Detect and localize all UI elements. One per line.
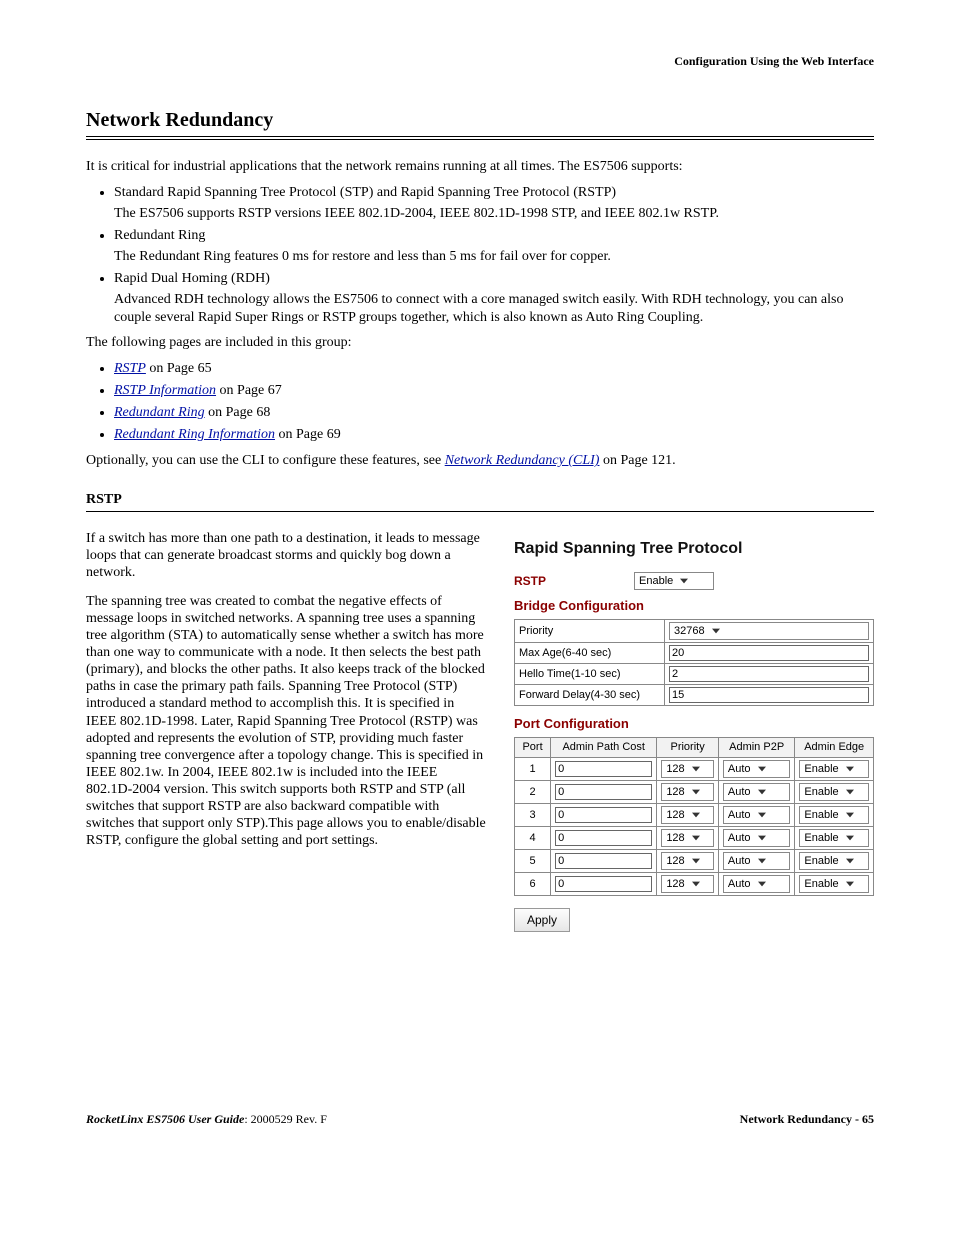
link-suffix: on Page 65 (146, 361, 212, 376)
bridge-config-table: Priority 32768 Max Age(6-40 sec) Hello T… (514, 619, 874, 706)
chevron-down-icon (689, 831, 703, 845)
feature-item-head: Rapid Dual Homing (RDH) (114, 270, 874, 288)
rstp-para-2: The spanning tree was created to combat … (86, 593, 486, 849)
port-config-heading: Port Configuration (514, 716, 874, 731)
admin-path-cost-input[interactable] (555, 761, 652, 777)
admin-edge-select[interactable]: Enable (799, 829, 869, 847)
admin-edge-select[interactable]: Enable (799, 760, 869, 778)
bridge-row-label: Hello Time(1-10 sec) (515, 663, 665, 684)
rstp-mode-label: RSTP (514, 574, 634, 588)
panel-title: Rapid Spanning Tree Protocol (514, 540, 874, 558)
chevron-down-icon (843, 808, 857, 822)
feature-item-head: Redundant Ring (114, 227, 874, 245)
chevron-down-icon (709, 624, 723, 638)
admin-edge-select[interactable]: Enable (799, 852, 869, 870)
admin-path-cost-input[interactable] (555, 784, 652, 800)
priority-select[interactable]: 128 (661, 760, 714, 778)
chevron-down-icon (755, 854, 769, 868)
forward-delay-input[interactable] (669, 687, 869, 703)
admin-p2p-select[interactable]: Auto (723, 829, 790, 847)
priority-select[interactable]: 128 (661, 875, 714, 893)
table-row: 1 128 Auto Enable (515, 757, 874, 780)
feature-item-body: The ES7506 supports RSTP versions IEEE 8… (114, 205, 874, 223)
max-age-input[interactable] (669, 645, 869, 661)
chevron-down-icon (755, 877, 769, 891)
col-admin-edge: Admin Edge (795, 737, 874, 757)
admin-path-cost-input[interactable] (555, 830, 652, 846)
link-rstp[interactable]: RSTP (114, 361, 146, 376)
priority-select[interactable]: 128 (661, 783, 714, 801)
admin-path-cost-input[interactable] (555, 853, 652, 869)
link-suffix: on Page 68 (205, 405, 271, 420)
chevron-down-icon (689, 854, 703, 868)
link-redundant-ring-info[interactable]: Redundant Ring Information (114, 427, 275, 442)
admin-path-cost-input[interactable] (555, 807, 652, 823)
page-links-list: RSTP on Page 65 RSTP Information on Page… (86, 360, 874, 445)
priority-select[interactable]: 128 (661, 852, 714, 870)
admin-path-cost-input[interactable] (555, 876, 652, 892)
chevron-down-icon (843, 877, 857, 891)
chevron-down-icon (843, 831, 857, 845)
bridge-row-label: Max Age(6-40 sec) (515, 642, 665, 663)
feature-item-body: The Redundant Ring features 0 ms for res… (114, 248, 874, 266)
col-port: Port (515, 737, 551, 757)
chevron-down-icon (689, 808, 703, 822)
table-row: 4 128 Auto Enable (515, 826, 874, 849)
table-row: 2 128 Auto Enable (515, 780, 874, 803)
admin-p2p-select[interactable]: Auto (723, 875, 790, 893)
chevron-down-icon (843, 785, 857, 799)
feature-list: Standard Rapid Spanning Tree Protocol (S… (86, 184, 874, 327)
table-row: 5 128 Auto Enable (515, 849, 874, 872)
chevron-down-icon (843, 762, 857, 776)
rstp-subheading: RSTP (86, 492, 874, 512)
admin-p2p-select[interactable]: Auto (723, 852, 790, 870)
chevron-down-icon (689, 877, 703, 891)
intro-p2: The following pages are included in this… (86, 334, 874, 352)
chevron-down-icon (755, 808, 769, 822)
col-admin-p2p: Admin P2P (718, 737, 794, 757)
link-redundant-ring[interactable]: Redundant Ring (114, 405, 205, 420)
chevron-down-icon (755, 762, 769, 776)
admin-edge-select[interactable]: Enable (799, 875, 869, 893)
col-priority: Priority (657, 737, 719, 757)
chevron-down-icon (843, 854, 857, 868)
intro-cli-line: Optionally, you can use the CLI to confi… (86, 452, 874, 470)
link-suffix: on Page 69 (275, 427, 341, 442)
chevron-down-icon (689, 785, 703, 799)
admin-p2p-select[interactable]: Auto (723, 783, 790, 801)
priority-select[interactable]: 128 (661, 829, 714, 847)
rstp-config-panel: Rapid Spanning Tree Protocol RSTP Enable… (514, 530, 874, 932)
footer-right: Network Redundancy - 65 (740, 1112, 874, 1127)
link-suffix: on Page 67 (216, 383, 282, 398)
bridge-config-heading: Bridge Configuration (514, 598, 874, 613)
table-row: 6 128 Auto Enable (515, 872, 874, 895)
admin-p2p-select[interactable]: Auto (723, 806, 790, 824)
col-admin-path-cost: Admin Path Cost (551, 737, 657, 757)
chevron-down-icon (755, 831, 769, 845)
admin-edge-select[interactable]: Enable (799, 806, 869, 824)
intro-lead: It is critical for industrial applicatio… (86, 158, 874, 176)
footer-left: RocketLinx ES7506 User Guide: 2000529 Re… (86, 1112, 327, 1127)
chevron-down-icon (677, 574, 691, 588)
rstp-mode-select[interactable]: Enable (634, 572, 714, 590)
bridge-row-label: Forward Delay(4-30 sec) (515, 684, 665, 705)
priority-select[interactable]: 128 (661, 806, 714, 824)
bridge-row-label: Priority (515, 619, 665, 642)
link-rstp-info[interactable]: RSTP Information (114, 383, 216, 398)
apply-button[interactable]: Apply (514, 908, 570, 932)
chevron-down-icon (755, 785, 769, 799)
feature-item-body: Advanced RDH technology allows the ES750… (114, 291, 874, 326)
table-row: 3 128 Auto Enable (515, 803, 874, 826)
admin-edge-select[interactable]: Enable (799, 783, 869, 801)
rstp-para-1: If a switch has more than one path to a … (86, 530, 486, 581)
chevron-down-icon (689, 762, 703, 776)
link-cli[interactable]: Network Redundancy (CLI) (445, 453, 600, 468)
port-config-table: Port Admin Path Cost Priority Admin P2P … (514, 737, 874, 896)
admin-p2p-select[interactable]: Auto (723, 760, 790, 778)
hello-time-input[interactable] (669, 666, 869, 682)
section-title: Network Redundancy (86, 109, 874, 140)
running-header: Configuration Using the Web Interface (86, 54, 874, 69)
feature-item-head: Standard Rapid Spanning Tree Protocol (S… (114, 184, 874, 202)
bridge-priority-select[interactable]: 32768 (669, 622, 869, 640)
